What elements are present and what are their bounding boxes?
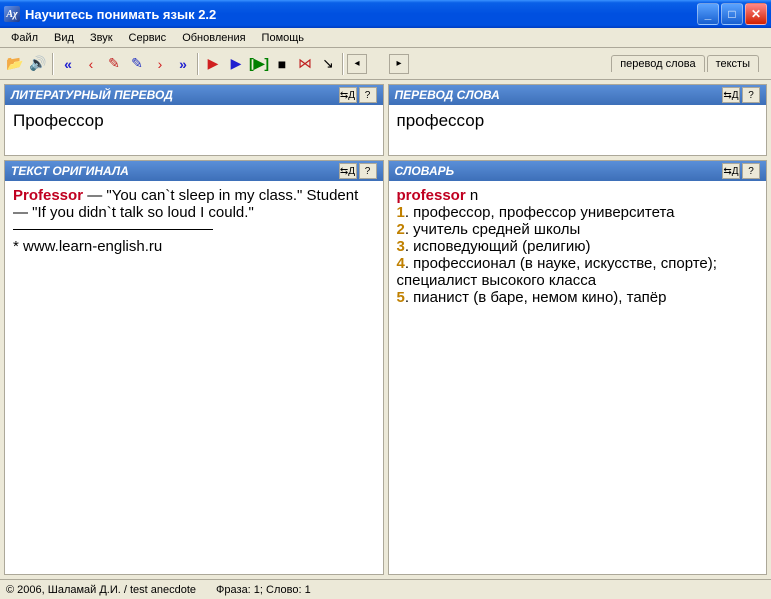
panel-dictionary: СЛОВАРЬ ⇆Д ? professor n 1. профессор, п…	[388, 160, 768, 575]
minimize-button[interactable]: _	[697, 3, 719, 25]
nav-last-icon[interactable]: »	[172, 53, 194, 75]
panel-original-header: ТЕКСТ ОРИГИНАЛА ⇆Д ?	[5, 161, 383, 181]
panel-wordtrans-body: профессор	[389, 105, 767, 155]
panel-wordtrans-title: ПЕРЕВОД СЛОВА	[395, 88, 721, 102]
tab-texts[interactable]: тексты	[707, 55, 759, 72]
menu-file[interactable]: Файл	[4, 30, 45, 46]
stop-icon[interactable]: ■	[271, 53, 293, 75]
panel-wordtrans: ПЕРЕВОД СЛОВА ⇆Д ? профессор	[388, 84, 768, 156]
tabs: перевод слова тексты	[611, 55, 767, 72]
nav-prev-icon[interactable]: ‹	[80, 53, 102, 75]
panel-dictionary-swap-button[interactable]: ⇆Д	[722, 163, 740, 179]
dict-num-1: 1	[397, 204, 405, 221]
separator	[52, 53, 54, 75]
dict-num-3: 3	[397, 238, 405, 255]
panel-dictionary-header: СЛОВАРЬ ⇆Д ?	[389, 161, 767, 181]
panel-original-swap-button[interactable]: ⇆Д	[339, 163, 357, 179]
panel-literary: ЛИТЕРАТУРНЫЙ ПЕРЕВОД ⇆Д ? Профессор	[4, 84, 384, 156]
mute-icon[interactable]: ⋈	[294, 53, 316, 75]
status-phrase: Фраза: 1; Слово: 1	[216, 584, 311, 596]
original-footer: * www.learn-english.ru	[13, 238, 162, 255]
dict-def-3: . исповедующий (религию)	[405, 238, 591, 255]
original-highlight: Professor	[13, 187, 83, 204]
nav-next-icon[interactable]: ›	[149, 53, 171, 75]
dict-def-2: . учитель средней школы	[405, 221, 580, 238]
close-button[interactable]: ✕	[745, 3, 767, 25]
open-icon[interactable]: 📂	[4, 53, 26, 75]
play-red-icon[interactable]: ▶	[202, 53, 224, 75]
menu-service[interactable]: Сервис	[122, 30, 174, 46]
panel-dictionary-title: СЛОВАРЬ	[395, 164, 721, 178]
dict-num-4: 4	[397, 255, 405, 272]
content-grid: ЛИТЕРАТУРНЫЙ ПЕРЕВОД ⇆Д ? Профессор ПЕРЕ…	[0, 80, 771, 579]
panel-wordtrans-help-button[interactable]: ?	[742, 87, 760, 103]
separator	[342, 53, 344, 75]
app-icon: Aχ	[4, 6, 20, 22]
separator	[197, 53, 199, 75]
flag-icon[interactable]: ↘	[317, 53, 339, 75]
statusbar: © 2006, Шаламай Д.И. / test anecdote Фра…	[0, 579, 771, 599]
play-bracket-icon[interactable]: [▶]	[248, 53, 270, 75]
tab-word-translation[interactable]: перевод слова	[611, 55, 704, 72]
panel-literary-help-button[interactable]: ?	[359, 87, 377, 103]
dict-headword: professor	[397, 187, 466, 204]
dict-def-1: . профессор, профессор университета	[405, 204, 675, 221]
speaker-icon[interactable]: 🔊	[27, 53, 49, 75]
scroll-left-button[interactable]: ◂	[347, 54, 367, 74]
dict-pos: n	[466, 187, 479, 204]
menu-view[interactable]: Вид	[47, 30, 81, 46]
toolbar: 📂 🔊 « ‹ ✎ ✎ › » ▶ ▶ [▶] ■ ⋈ ↘ ◂ ▸ перево…	[0, 48, 771, 80]
status-copyright: © 2006, Шаламай Д.И. / test anecdote	[6, 584, 196, 596]
panel-original-help-button[interactable]: ?	[359, 163, 377, 179]
play-blue-icon[interactable]: ▶	[225, 53, 247, 75]
separator-line	[13, 229, 213, 230]
menubar: Файл Вид Звук Сервис Обновления Помощь	[0, 28, 771, 48]
dict-def-5: . пианист (в баре, немом кино), тапёр	[405, 289, 667, 306]
panel-wordtrans-header: ПЕРЕВОД СЛОВА ⇆Д ?	[389, 85, 767, 105]
panel-literary-body: Профессор	[5, 105, 383, 155]
menu-help[interactable]: Помощь	[255, 30, 312, 46]
panel-wordtrans-swap-button[interactable]: ⇆Д	[722, 87, 740, 103]
literary-text: Профессор	[13, 111, 104, 130]
balloon-blue-icon[interactable]: ✎	[126, 53, 148, 75]
panel-original-body: Professor — "You can`t sleep in my class…	[5, 181, 383, 574]
menu-sound[interactable]: Звук	[83, 30, 120, 46]
panel-original: ТЕКСТ ОРИГИНАЛА ⇆Д ? Professor — "You ca…	[4, 160, 384, 575]
menu-updates[interactable]: Обновления	[175, 30, 252, 46]
scroll-right-button[interactable]: ▸	[389, 54, 409, 74]
balloon-red-icon[interactable]: ✎	[103, 53, 125, 75]
titlebar: Aχ Научитесь понимать язык 2.2 _ □ ✕	[0, 0, 771, 28]
nav-first-icon[interactable]: «	[57, 53, 79, 75]
dict-num-5: 5	[397, 289, 405, 306]
maximize-button[interactable]: □	[721, 3, 743, 25]
panel-literary-swap-button[interactable]: ⇆Д	[339, 87, 357, 103]
panel-dictionary-body: professor n 1. профессор, профессор унив…	[389, 181, 767, 574]
wordtrans-text: профессор	[397, 111, 485, 130]
window-title: Научитесь понимать язык 2.2	[25, 7, 697, 22]
panel-literary-title: ЛИТЕРАТУРНЫЙ ПЕРЕВОД	[11, 88, 337, 102]
panel-original-title: ТЕКСТ ОРИГИНАЛА	[11, 164, 337, 178]
dict-def-4: . профессионал (в науке, искусстве, спор…	[397, 255, 717, 289]
dict-num-2: 2	[397, 221, 405, 238]
panel-literary-header: ЛИТЕРАТУРНЫЙ ПЕРЕВОД ⇆Д ?	[5, 85, 383, 105]
panel-dictionary-help-button[interactable]: ?	[742, 163, 760, 179]
